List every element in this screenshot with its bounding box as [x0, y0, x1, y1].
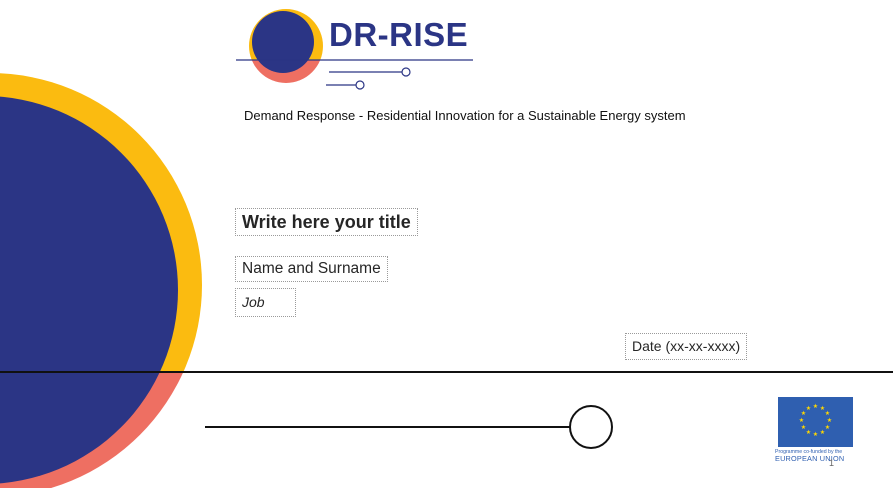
svg-text:★: ★ — [806, 429, 811, 436]
svg-text:★: ★ — [825, 424, 830, 431]
eu-union-text: EUROPEAN UNION — [775, 454, 845, 464]
logo-wordmark: DR-RISE — [329, 16, 469, 53]
page-number: 1 — [829, 458, 835, 468]
connector-node-icon — [569, 405, 613, 449]
svg-text:★: ★ — [806, 405, 811, 412]
svg-text:★: ★ — [825, 410, 830, 417]
svg-text:★: ★ — [827, 417, 832, 424]
svg-text:★: ★ — [813, 403, 818, 410]
date-placeholder[interactable]: Date (xx-xx-xxxx) — [625, 333, 748, 360]
eu-logo: ★ ★ ★ ★ ★ ★ ★ ★ ★ ★ ★ ★ Programme co-fun… — [775, 397, 858, 464]
svg-text:★: ★ — [820, 429, 825, 436]
svg-text:★: ★ — [801, 424, 806, 431]
name-placeholder[interactable]: Name and Surname — [235, 256, 388, 282]
slide: DR-RISE Demand Response - Residential In… — [0, 0, 893, 488]
job-placeholder[interactable]: Job — [235, 288, 296, 317]
svg-text:★: ★ — [799, 417, 804, 424]
eu-flag-icon: ★ ★ ★ ★ ★ ★ ★ ★ ★ ★ ★ ★ — [778, 397, 853, 447]
title-placeholder[interactable]: Write here your title — [235, 208, 418, 236]
project-subtitle: Demand Response - Residential Innovation… — [244, 108, 686, 123]
svg-text:★: ★ — [813, 431, 818, 438]
